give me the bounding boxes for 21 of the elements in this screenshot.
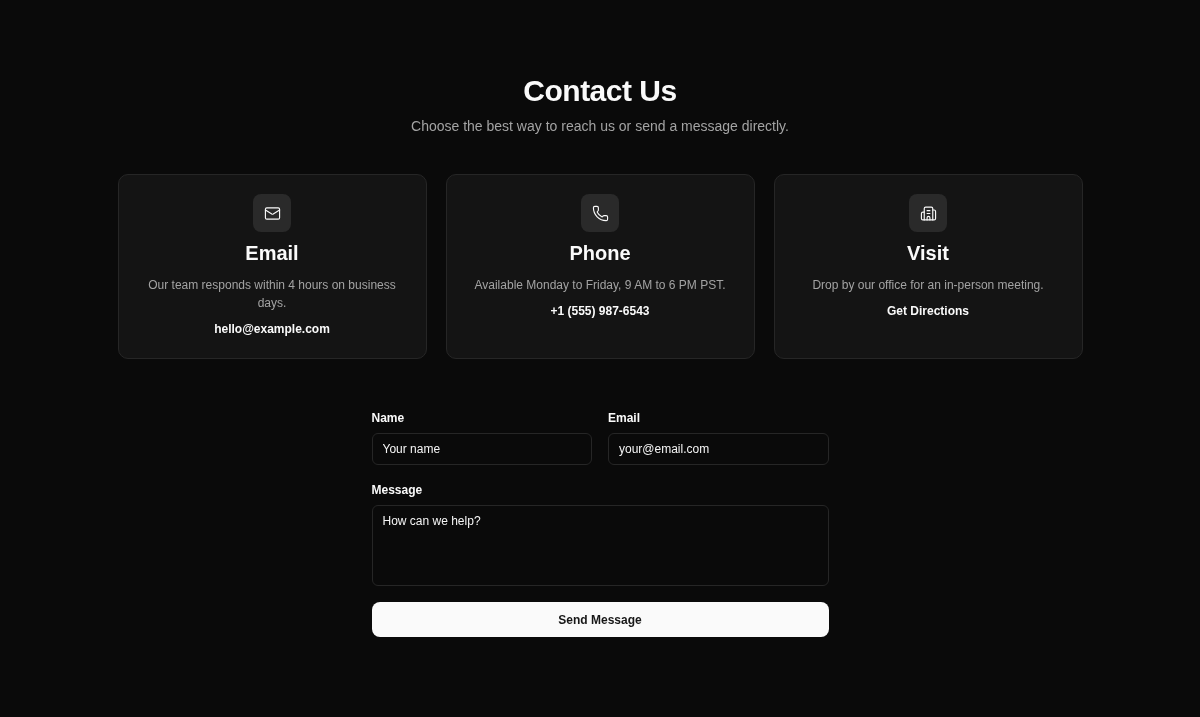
phone-icon [581,194,619,232]
page-subtitle: Choose the best way to reach us or send a message directly. [411,118,789,134]
card-link[interactable]: Get Directions [887,304,969,318]
card-description: Our team responds within 4 hours on business days. [147,277,397,312]
page-title: Contact Us [523,74,677,108]
card-title: Email [245,242,299,265]
card-title: Visit [907,242,949,265]
card-link[interactable]: hello@example.com [214,322,330,336]
field-label: Name [371,411,406,425]
message-field[interactable]: How can we help? [371,505,829,586]
card-description: Drop by our office for an in-person meeting. [812,277,1044,294]
input-field[interactable]: Your name [371,433,592,465]
building-icon [909,194,947,232]
send-button[interactable]: Send Message [371,602,829,637]
mail-icon [253,194,291,232]
field-label: Email [608,411,641,425]
card-description: Available Monday to Friday, 9 AM to 6 PM PST. [474,277,726,294]
field-label: Message [371,483,424,497]
input-field[interactable]: your@email.com [608,433,829,465]
card-link[interactable]: +1 (555) 987-6543 [550,304,650,318]
card-title: Phone [569,242,631,265]
